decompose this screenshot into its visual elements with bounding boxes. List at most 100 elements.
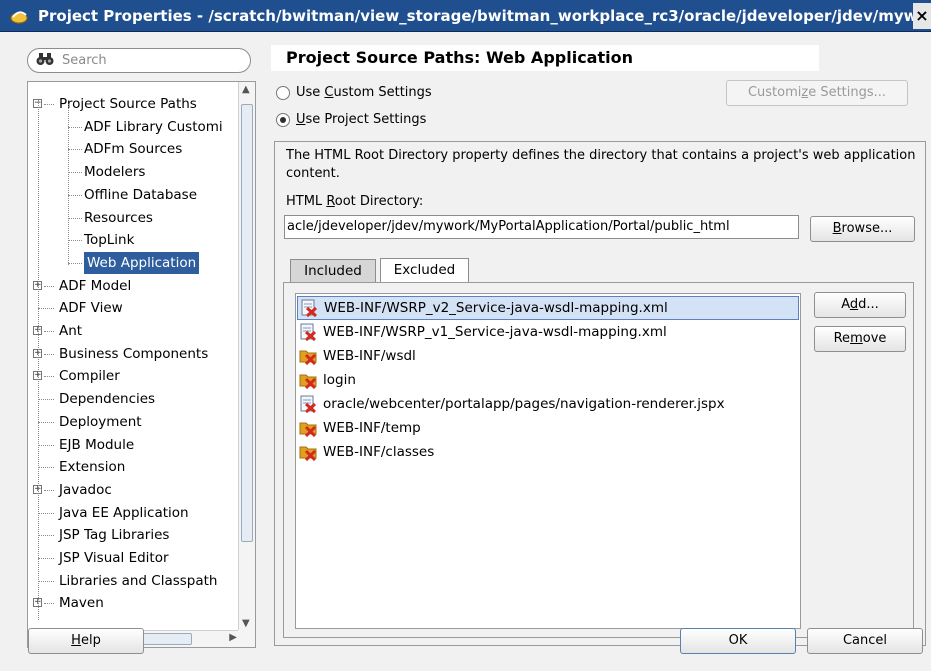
list-item[interactable]: oracle/webcenter/portalapp/pages/navigat… — [297, 392, 799, 416]
scroll-right-icon[interactable]: ▶ — [229, 632, 237, 643]
tree-item[interactable]: + ADF Model — [28, 275, 239, 297]
use-project-settings-label: Use Project Settings — [296, 112, 427, 127]
tree-item[interactable]: ADF View — [28, 297, 239, 319]
tree-connector — [38, 100, 39, 620]
tree-item[interactable]: Extension — [28, 456, 239, 478]
tree-item[interactable]: Deployment — [28, 411, 239, 433]
tree-item-label: Javadoc — [59, 481, 112, 498]
tree-item-label: Dependencies — [59, 391, 156, 408]
use-project-settings-radio[interactable]: Use Project Settings — [276, 112, 426, 127]
list-item[interactable]: WEB-INF/WSRP_v1_Service-java-wsdl-mappin… — [297, 320, 799, 344]
html-root-field[interactable]: acle/jdeveloper/jdev/mywork/MyPortalAppl… — [284, 215, 799, 239]
page-title: Project Source Paths: Web Application — [271, 45, 819, 71]
tree-item[interactable]: Modelers — [28, 161, 239, 183]
tree-connector — [38, 399, 54, 401]
scroll-down-icon[interactable]: ▼ — [242, 618, 250, 629]
tab-included[interactable]: Included — [290, 259, 376, 283]
remove-button[interactable]: Remove — [814, 326, 906, 352]
tree-item-label: Ant — [59, 323, 83, 339]
ok-button[interactable]: OK — [680, 628, 796, 654]
dialog-body: Search − Project Source Paths ADF Library … — [0, 32, 931, 671]
folder-excluded-icon — [299, 371, 317, 390]
add-button[interactable]: Add... — [814, 292, 906, 318]
html-root-label: HTML Root Directory: — [286, 194, 424, 209]
tree-item[interactable]: Offline Database — [28, 184, 239, 206]
list-item[interactable]: login — [297, 368, 799, 392]
tree-item[interactable]: Resources — [28, 207, 239, 229]
tree-item-label: EJB Module — [59, 436, 135, 453]
category-tree[interactable]: − Project Source Paths ADF Library Customi… — [27, 81, 256, 648]
tree-item[interactable]: + Compiler — [28, 365, 239, 387]
tree-item-label: JSP Visual Editor — [59, 550, 169, 566]
radio-circle[interactable] — [276, 85, 290, 100]
tree-connector — [44, 603, 54, 605]
window-title: Project Properties - /scratch/bwitman/vi… — [38, 6, 913, 25]
tree-item[interactable]: TopLink — [28, 229, 239, 251]
list-item[interactable]: WEB-INF/temp — [297, 416, 799, 440]
search-placeholder: Search — [62, 53, 107, 68]
browse-button[interactable]: Browse... — [810, 216, 915, 242]
tree-connector — [44, 104, 54, 105]
cancel-button[interactable]: Cancel — [807, 628, 923, 654]
tree-vertical-scrollbar[interactable]: ▲ ▼ — [238, 82, 255, 631]
settings-panel: The HTML Root Directory property defines… — [274, 141, 926, 646]
radio-circle-checked[interactable] — [276, 112, 290, 127]
list-item-label: WEB-INF/temp — [323, 420, 421, 436]
help-button[interactable]: Help — [28, 628, 144, 654]
tree-connector — [68, 126, 82, 128]
tree-item[interactable]: + Maven — [28, 592, 239, 614]
scroll-thumb[interactable] — [241, 104, 253, 542]
search-input[interactable]: Search — [27, 48, 251, 73]
tree-item[interactable]: JSP Visual Editor — [28, 547, 239, 569]
binoculars-icon — [36, 52, 54, 70]
tree-item[interactable]: ADFm Sources — [28, 138, 239, 160]
tree-connector — [68, 217, 82, 219]
tree-connector — [44, 285, 54, 287]
tree-connector — [38, 535, 54, 537]
tree-connector — [38, 512, 54, 514]
tree-item[interactable]: EJB Module — [28, 434, 239, 456]
tree-item-label: Project Source Paths — [59, 96, 197, 112]
tree-item-label: Java EE Application — [59, 504, 189, 521]
tree-item[interactable]: ADF Library Customi — [28, 116, 239, 138]
tree-connector — [68, 262, 82, 264]
tree-item-label: TopLink — [84, 232, 135, 249]
tree-item[interactable]: Java EE Application — [28, 502, 239, 524]
tree-item[interactable]: − Project Source Paths — [28, 93, 239, 115]
tree-item[interactable]: Dependencies — [28, 388, 239, 410]
tree-connector — [68, 240, 82, 242]
list-item-label: WEB-INF/WSRP_v2_Service-java-wsdl-mappin… — [324, 300, 668, 316]
title-bar: Project Properties - /scratch/bwitman/vi… — [0, 0, 931, 32]
tree-item[interactable]: + Business Components — [28, 343, 239, 365]
tree-connector — [68, 172, 82, 174]
tree-item[interactable]: Libraries and Classpath — [28, 570, 239, 592]
use-custom-settings-radio[interactable]: Use Custom Settings — [276, 85, 432, 100]
tree-item-label: Resources — [84, 209, 153, 226]
tree-connector — [38, 467, 54, 469]
tree-connector — [68, 194, 82, 196]
tree-item[interactable]: JSP Tag Libraries — [28, 524, 239, 546]
list-item[interactable]: WEB-INF/classes — [297, 440, 799, 464]
tree-connector — [38, 444, 54, 446]
tree-connector — [38, 421, 54, 423]
tree-item-label: Offline Database — [84, 186, 197, 203]
list-item-label: login — [323, 372, 356, 388]
description-text: The HTML Root Directory property defines… — [286, 148, 916, 181]
tree-connector — [68, 149, 82, 151]
customize-settings-button[interactable]: Customize Settings... — [726, 80, 908, 106]
tree-item[interactable]: + Ant — [28, 320, 239, 342]
list-item[interactable]: WEB-INF/WSRP_v2_Service-java-wsdl-mappin… — [297, 296, 799, 320]
tree-connector — [38, 558, 54, 559]
tree-item-label: Maven — [59, 595, 104, 612]
list-item[interactable]: WEB-INF/wsdl — [297, 344, 799, 368]
scroll-up-icon[interactable]: ▲ — [242, 84, 250, 95]
tree-item[interactable]: + Javadoc — [28, 479, 239, 501]
tree-item[interactable]: Web Application — [28, 251, 239, 274]
file-excluded-icon — [299, 395, 317, 414]
excluded-list[interactable]: WEB-INF/WSRP_v2_Service-java-wsdl-mappin… — [295, 293, 801, 629]
list-item-label: WEB-INF/classes — [323, 444, 435, 460]
tab-excluded[interactable]: Excluded — [380, 258, 469, 282]
close-icon[interactable]: × — [913, 2, 931, 29]
folder-excluded-icon — [299, 443, 317, 462]
tree-item-label: Web Application — [84, 251, 200, 274]
